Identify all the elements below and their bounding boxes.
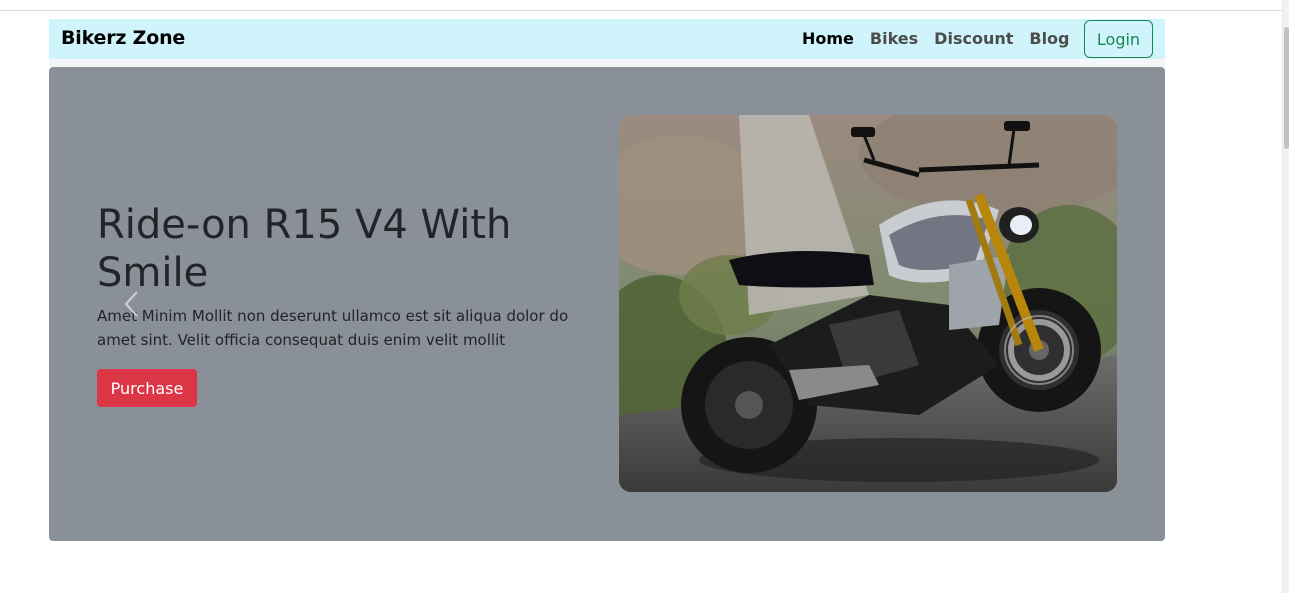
nav-link-home[interactable]: Home: [802, 29, 854, 48]
page-scrollbar[interactable]: [1282, 0, 1289, 593]
chevron-left-icon: [124, 291, 138, 317]
hero-description: Amet Minim Mollit non deserunt ullamco e…: [97, 307, 569, 349]
nav-link-blog[interactable]: Blog: [1029, 29, 1069, 48]
nav-link-bikes[interactable]: Bikes: [870, 29, 918, 48]
hero-title: Ride-on R15 V4 With Smile: [97, 202, 512, 296]
login-button[interactable]: Login: [1084, 20, 1153, 58]
nav-link-discount[interactable]: Discount: [934, 29, 1013, 48]
hero-carousel-slide: Ride-on R15 V4 With Smile Amet Minim Mol…: [49, 67, 1165, 541]
nav-links: Home Bikes Discount Blog: [802, 29, 1086, 48]
purchase-button[interactable]: Purchase: [97, 369, 197, 407]
brand-logo[interactable]: Bikerz Zone: [61, 27, 185, 49]
scrollbar-thumb[interactable]: [1284, 27, 1289, 149]
navbar-shadow-band: [49, 59, 1165, 67]
motorcycle-photo: [619, 115, 1117, 492]
navbar: Bikerz Zone Home Bikes Discount Blog Log…: [49, 19, 1165, 59]
carousel-prev-button[interactable]: [121, 289, 143, 319]
browser-top-divider: [0, 10, 1282, 11]
